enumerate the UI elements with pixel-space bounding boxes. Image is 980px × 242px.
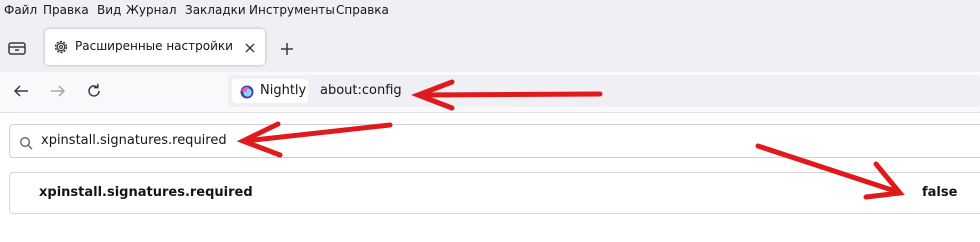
search-value: xpinstall.signatures.required xyxy=(41,133,227,148)
back-arrow-icon[interactable] xyxy=(12,82,30,100)
menu-bookmarks[interactable]: Закладки xyxy=(185,3,246,17)
menu-file[interactable]: Файл xyxy=(4,3,37,17)
tab-advanced-settings[interactable]: Расширенные настройки xyxy=(45,29,265,65)
menu-help[interactable]: Справка xyxy=(336,3,389,17)
identity-box[interactable]: Nightly xyxy=(232,79,308,103)
url-text[interactable]: about:config xyxy=(320,83,402,98)
identity-label: Nightly xyxy=(260,83,307,98)
forward-arrow-icon[interactable] xyxy=(49,82,67,100)
navigation-bar: Nightly about:config xyxy=(0,72,980,113)
pref-value[interactable]: false xyxy=(922,185,957,200)
menu-edit[interactable]: Правка xyxy=(43,3,89,17)
close-icon[interactable] xyxy=(243,40,257,54)
nightly-logo-icon xyxy=(240,84,254,99)
menu-view[interactable]: Вид xyxy=(97,3,121,17)
search-icon xyxy=(19,135,33,150)
pref-row[interactable]: xpinstall.signatures.required false xyxy=(9,172,980,214)
tab-label: Расширенные настройки xyxy=(75,39,233,53)
tab-strip: Расширенные настройки xyxy=(0,22,980,72)
reload-icon[interactable] xyxy=(85,82,103,100)
list-all-tabs-icon[interactable] xyxy=(7,39,27,57)
gear-icon xyxy=(53,39,69,55)
menu-tools[interactable]: Инструменты xyxy=(249,3,335,17)
plus-icon[interactable] xyxy=(279,41,295,57)
search-input[interactable]: xpinstall.signatures.required xyxy=(9,124,980,158)
pref-name: xpinstall.signatures.required xyxy=(39,185,253,200)
url-bar[interactable]: Nightly about:config xyxy=(228,75,980,107)
menu-history[interactable]: Журнал xyxy=(126,3,177,17)
menu-bar: Файл Правка Вид Журнал Закладки Инструме… xyxy=(0,0,980,22)
